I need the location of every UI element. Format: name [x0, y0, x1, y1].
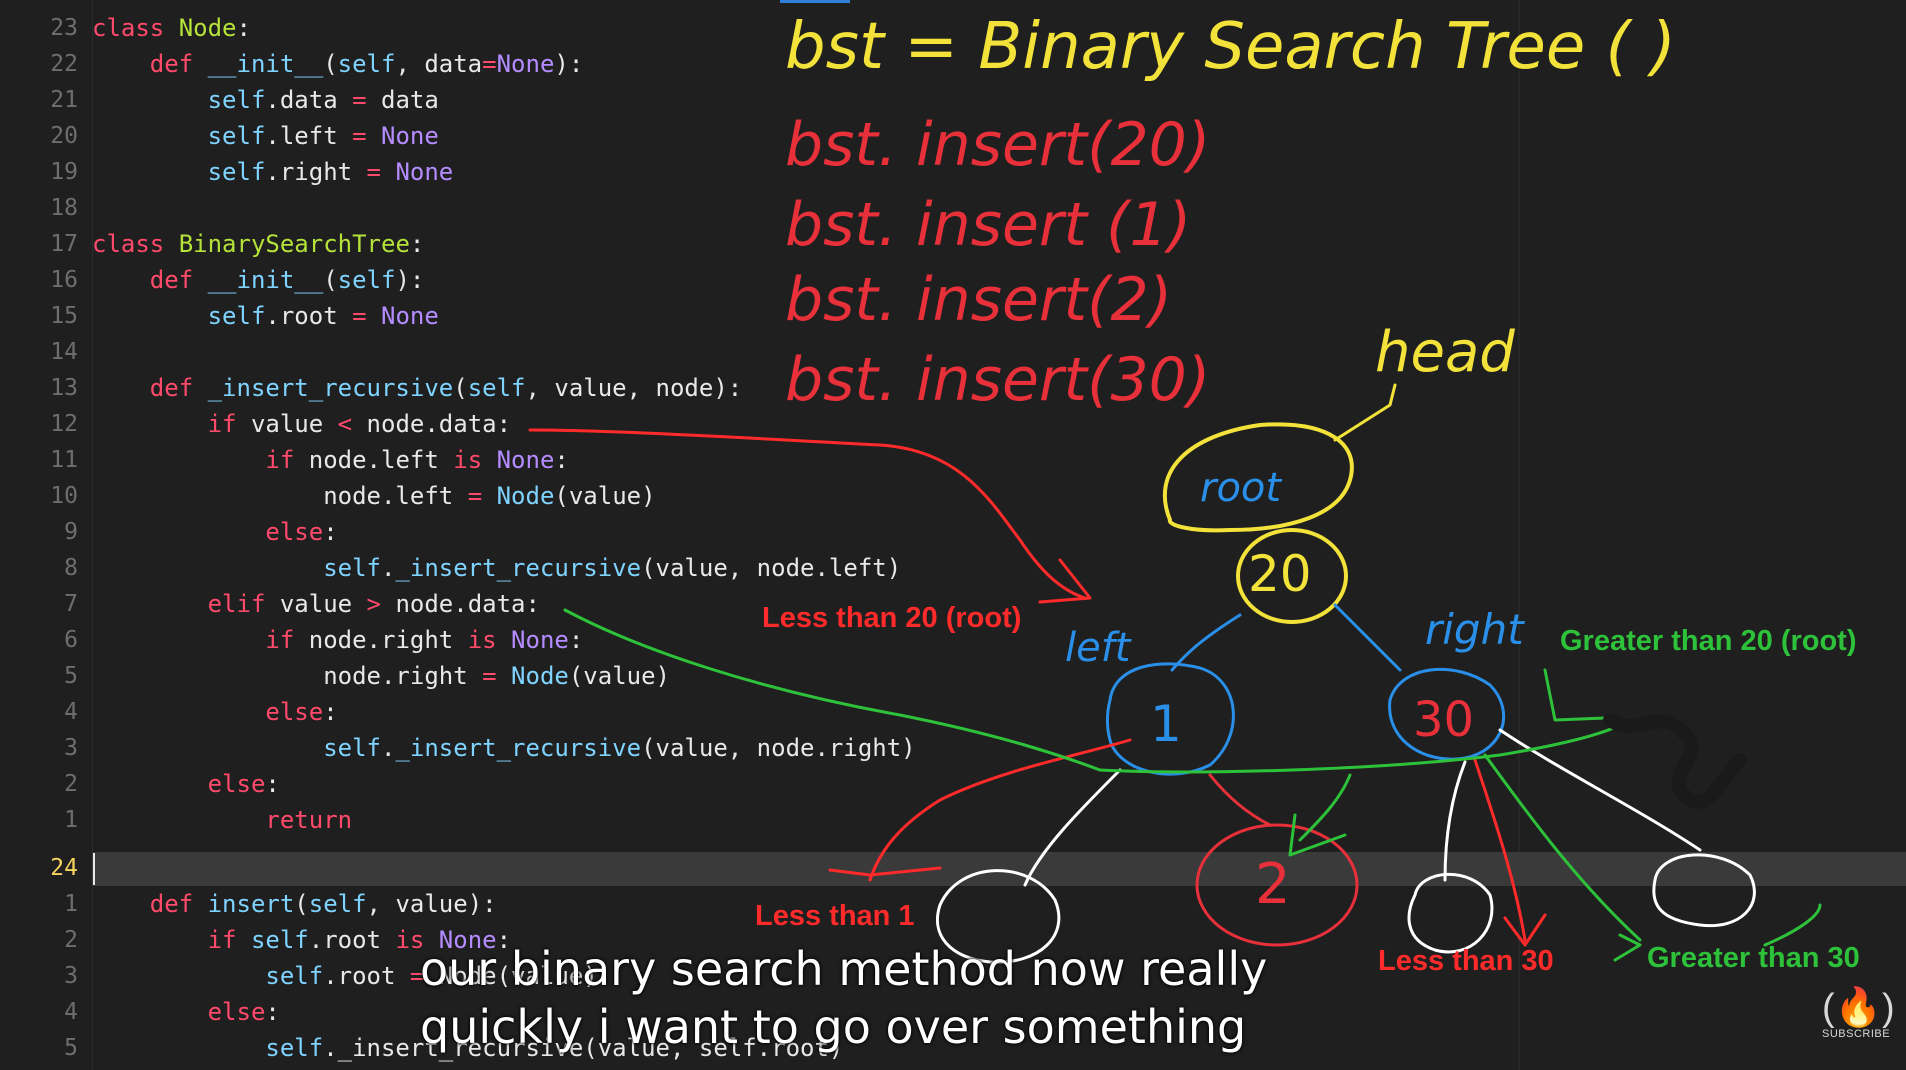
handwriting-root: root: [1200, 465, 1282, 511]
edge-1-2: [1208, 773, 1272, 827]
subscribe-label: SUBSCRIBE: [1822, 1028, 1891, 1040]
node-20-label: 20: [1248, 545, 1312, 603]
leaf-left-of-30: [1407, 872, 1494, 954]
edge-20-1: [1170, 613, 1242, 672]
green-arrow-greater-30: [1483, 753, 1642, 942]
leaf-right-of-30: [1652, 853, 1756, 928]
handwriting-left: left: [1065, 625, 1131, 671]
label-less-than-20: Less than 20 (root): [762, 602, 1022, 634]
head-pointer: [1333, 383, 1397, 442]
red-arrow-less-30: [1473, 758, 1527, 942]
handwriting-insert-1: bst. insert (1): [785, 190, 1192, 260]
green-arrowhead-greater-20: [1543, 668, 1607, 722]
caption-line-2: quickly i want to go over something: [420, 1000, 1247, 1054]
node-2-label: 2: [1255, 852, 1291, 917]
label-greater-than-30: Greater than 30: [1647, 942, 1860, 974]
node-1-label: 1: [1150, 695, 1182, 753]
red-arrowhead-less-1: [828, 866, 942, 877]
edge-30-leaf: [1443, 760, 1467, 882]
edge-20-30: [1333, 603, 1402, 672]
freecodecamp-icon: (🔥): [1822, 987, 1895, 1029]
edge-30-right-leaf: [1498, 728, 1702, 852]
handwriting-title: bst = Binary Search Tree ( ): [785, 10, 1676, 84]
edge-1-leaf: [1023, 768, 1122, 887]
erased-scribble: [1603, 713, 1747, 809]
red-arrow-less-20: [528, 428, 1087, 600]
node-30-label: 30: [1413, 692, 1475, 748]
label-less-than-30: Less than 30: [1378, 945, 1554, 977]
handwriting-insert-20: bst. insert(20): [785, 110, 1211, 180]
red-arrow-less-1: [868, 738, 1132, 882]
green-pointer-30-leaf: [1763, 903, 1822, 947]
handwriting-insert-2: bst. insert(2): [785, 265, 1173, 335]
green-arrowhead-greater-30: [1613, 933, 1642, 962]
handwriting-head: head: [1375, 320, 1515, 385]
label-less-than-1: Less than 1: [755, 900, 915, 932]
handwriting-right: right: [1425, 605, 1524, 654]
handwriting-insert-30: bst. insert(30): [785, 345, 1211, 415]
caption-line-1: our binary search method now really: [420, 942, 1268, 996]
video-frame: 23 class Node: 22 def __init__(self, data=…: [0, 0, 1906, 1070]
subscribe-button[interactable]: (🔥) SUBSCRIBE: [1822, 987, 1895, 1048]
label-greater-than-20: Greater than 20 (root): [1560, 625, 1857, 657]
